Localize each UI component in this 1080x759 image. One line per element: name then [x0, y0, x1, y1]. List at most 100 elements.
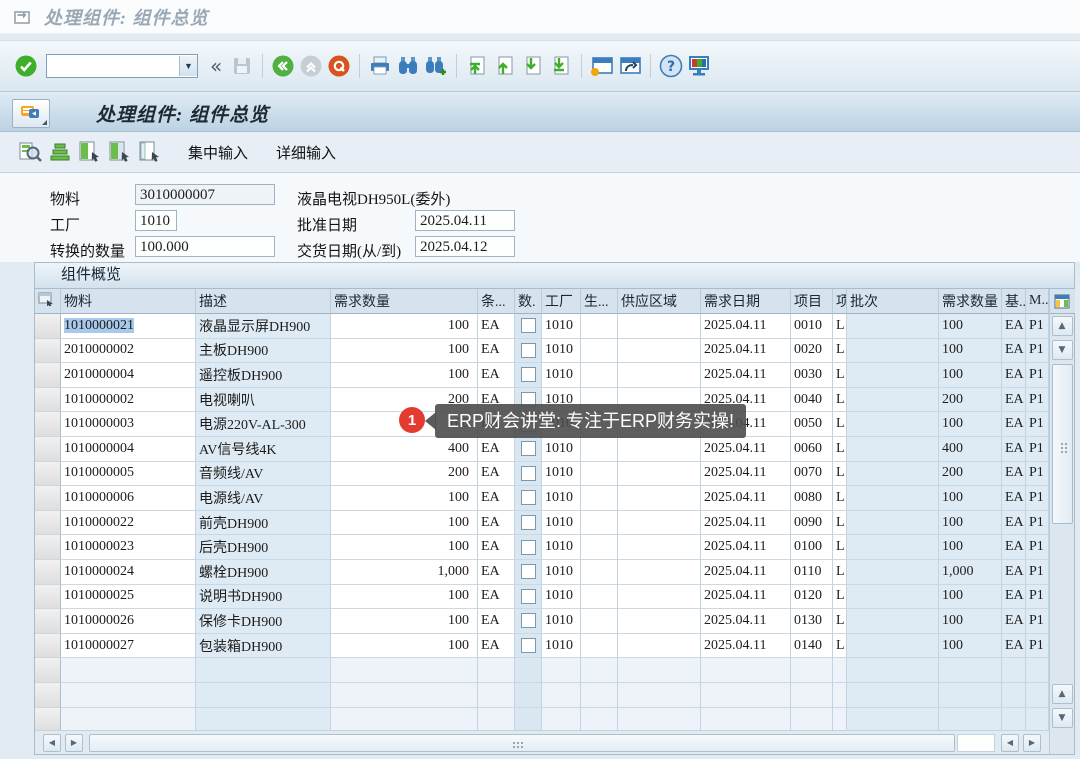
scroll-right-button-right[interactable]: ▶ [1023, 734, 1041, 752]
cell-item-cat[interactable]: L [833, 609, 847, 634]
cell-supply-area[interactable] [618, 658, 701, 683]
cell-req-date[interactable]: 2025.04.11 [701, 585, 791, 610]
cell-unit[interactable]: EA [478, 585, 515, 610]
cell-prod[interactable] [581, 486, 618, 511]
cell-item[interactable]: 0080 [791, 486, 833, 511]
cell-unit[interactable] [478, 658, 515, 683]
find-icon[interactable] [395, 53, 421, 79]
cell-supply-area[interactable] [618, 511, 701, 536]
row-selector[interactable] [35, 486, 61, 511]
cell-plant[interactable]: 1010 [542, 363, 581, 388]
scroll-up-button-bottom[interactable]: ▲ [1052, 684, 1073, 704]
cell-supply-area[interactable] [618, 462, 701, 487]
cell-item[interactable] [791, 683, 833, 708]
cell-plant[interactable] [542, 658, 581, 683]
cell-plant[interactable]: 1010 [542, 339, 581, 364]
bulk-checkbox[interactable] [521, 515, 536, 530]
cell-item-cat[interactable]: L [833, 388, 847, 413]
cell-item[interactable]: 0040 [791, 388, 833, 413]
create-shortcut-icon[interactable] [617, 53, 643, 79]
col-item-cat[interactable]: 项 [833, 289, 847, 314]
bulk-checkbox[interactable] [521, 564, 536, 579]
cell-unit[interactable]: EA [478, 486, 515, 511]
row-selector[interactable] [35, 609, 61, 634]
row-selector[interactable] [35, 388, 61, 413]
approval-date-field[interactable]: 2025.04.11 [415, 210, 515, 231]
collective-entry-button[interactable]: 集中输入 [182, 140, 254, 165]
cell-item-cat[interactable] [833, 683, 847, 708]
cell-req-date[interactable]: 2025.04.11 [701, 314, 791, 339]
cell-req-qty[interactable]: 400 [331, 437, 478, 462]
command-field[interactable]: ▼ [46, 54, 198, 78]
cell-prod[interactable] [581, 609, 618, 634]
horizontal-scroll-track[interactable] [957, 734, 995, 752]
cell-plant[interactable] [542, 683, 581, 708]
cell-plant[interactable]: 1010 [542, 511, 581, 536]
col-base-unit[interactable]: 基... [1002, 289, 1026, 314]
chevron-down-icon[interactable]: ▼ [179, 56, 197, 76]
cell-plant[interactable]: 1010 [542, 535, 581, 560]
cell-unit[interactable]: EA [478, 437, 515, 462]
cell-supply-area[interactable] [618, 486, 701, 511]
cell-material[interactable]: 1010000022 [61, 511, 196, 536]
cell-prod[interactable] [581, 314, 618, 339]
cell-plant[interactable]: 1010 [542, 634, 581, 659]
enter-icon[interactable] [13, 53, 39, 79]
converted-qty-field[interactable]: 100.000 [135, 236, 275, 257]
choose-detail-icon[interactable] [76, 139, 104, 165]
table-row[interactable]: 1010000026 保修卡DH900 100 EA 1010 2025.04.… [35, 609, 1049, 634]
sort-icon[interactable] [46, 139, 74, 165]
cell-item-cat[interactable] [833, 708, 847, 733]
cell-prod[interactable] [581, 585, 618, 610]
save-icon[interactable] [229, 53, 255, 79]
last-page-icon[interactable] [548, 53, 574, 79]
vertical-scroll-track[interactable] [1052, 364, 1073, 680]
choose-detail-alt2-icon[interactable] [136, 139, 164, 165]
cell-item[interactable]: 0020 [791, 339, 833, 364]
cell-req-date[interactable]: 2025.04.11 [701, 339, 791, 364]
table-row[interactable]: 1010000024 螺栓DH900 1,000 EA 1010 2025.04… [35, 560, 1049, 585]
row-selector[interactable] [35, 708, 61, 733]
cell-req-qty[interactable]: 100 [331, 609, 478, 634]
row-selector[interactable] [35, 535, 61, 560]
cancel-icon[interactable] [326, 53, 352, 79]
row-selector[interactable] [35, 511, 61, 536]
cell-req-date[interactable] [701, 683, 791, 708]
cell-req-qty[interactable]: 100 [331, 535, 478, 560]
cell-plant[interactable] [542, 708, 581, 733]
help-icon[interactable]: ? [658, 53, 684, 79]
table-row[interactable] [35, 658, 1049, 683]
col-prod[interactable]: 生... [581, 289, 618, 314]
col-description[interactable]: 描述 [196, 289, 331, 314]
table-row[interactable]: 1010000023 后壳DH900 100 EA 1010 2025.04.1… [35, 535, 1049, 560]
find-next-icon[interactable] [423, 53, 449, 79]
scroll-left-button-right[interactable]: ◀ [1001, 734, 1019, 752]
cell-req-qty[interactable] [331, 658, 478, 683]
table-row[interactable]: 1010000022 前壳DH900 100 EA 1010 2025.04.1… [35, 511, 1049, 536]
cell-prod[interactable] [581, 708, 618, 733]
table-row[interactable]: 1010000025 说明书DH900 100 EA 1010 2025.04.… [35, 585, 1049, 610]
cell-plant[interactable]: 1010 [542, 560, 581, 585]
cell-plant[interactable]: 1010 [542, 462, 581, 487]
cell-item-cat[interactable]: L [833, 437, 847, 462]
cell-item[interactable]: 0110 [791, 560, 833, 585]
table-row[interactable]: 1010000021 液晶显示屏DH900 100 EA 1010 2025.0… [35, 314, 1049, 339]
cell-supply-area[interactable] [618, 314, 701, 339]
cell-material[interactable]: 1010000024 [61, 560, 196, 585]
cell-unit[interactable]: EA [478, 609, 515, 634]
cell-req-date[interactable]: 2025.04.11 [701, 363, 791, 388]
cell-prod[interactable] [581, 535, 618, 560]
row-selector[interactable] [35, 314, 61, 339]
cell-material[interactable]: 1010000025 [61, 585, 196, 610]
cell-item[interactable]: 0050 [791, 412, 833, 437]
col-supply-area[interactable]: 供应区域 [618, 289, 701, 314]
cell-req-date[interactable]: 2025.04.11 [701, 609, 791, 634]
cell-req-qty[interactable]: 200 [331, 462, 478, 487]
cell-prod[interactable] [581, 560, 618, 585]
cell-req-qty[interactable] [331, 683, 478, 708]
cell-supply-area[interactable] [618, 634, 701, 659]
cell-material[interactable]: 1010000026 [61, 609, 196, 634]
col-material[interactable]: 物料 [61, 289, 196, 314]
cell-prod[interactable] [581, 658, 618, 683]
cell-req-qty[interactable]: 100 [331, 339, 478, 364]
